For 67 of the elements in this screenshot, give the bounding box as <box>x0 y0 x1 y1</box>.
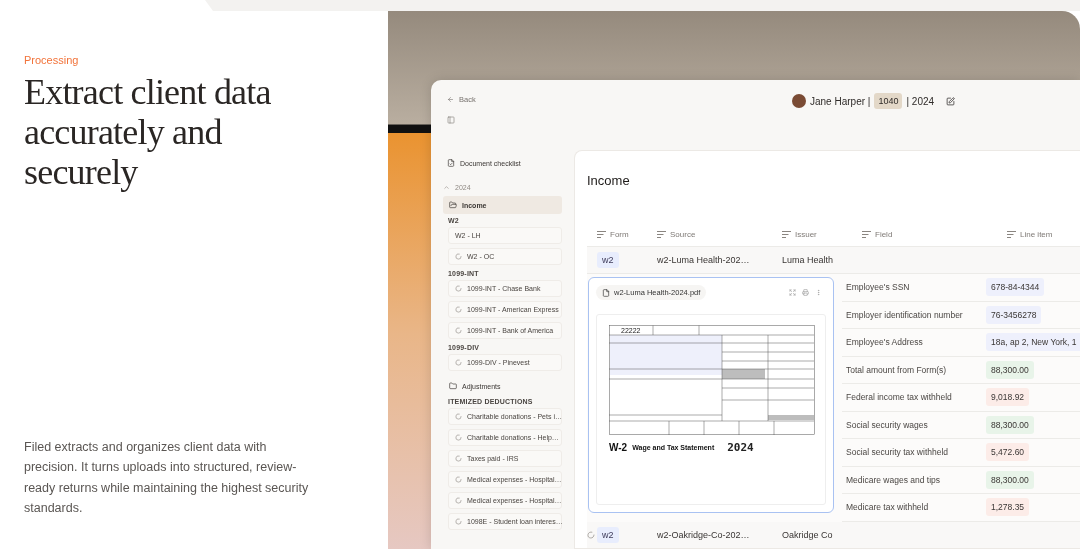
printer-icon[interactable] <box>802 289 809 296</box>
avatar <box>792 94 806 108</box>
column-header[interactable]: Line item <box>1007 229 1080 239</box>
spinner-icon <box>455 359 462 366</box>
field-label: Federal income tax withheld <box>846 392 953 403</box>
source-cell-text: w2-Oakridge-Co-202… <box>657 529 751 540</box>
card-title: Income <box>587 173 631 188</box>
field-label: Medicare wages and tips <box>846 474 942 485</box>
form-badge: 1040 <box>874 93 903 109</box>
spinner-icon <box>455 413 462 420</box>
line-item-value: 18a, ap 2, New York, 1 <box>986 333 1080 352</box>
file-icon <box>602 288 610 297</box>
spinner-icon <box>455 434 462 441</box>
file-icon <box>447 159 455 167</box>
eyebrow-label: Processing <box>24 54 80 66</box>
folder-icon <box>449 201 457 209</box>
spinner-icon <box>455 306 462 313</box>
spinner-icon <box>455 253 462 260</box>
sidebar-toggle-icon[interactable] <box>447 116 455 124</box>
client-name: Jane Harper | <box>810 95 871 107</box>
field-label: Total amount from Form(s) <box>846 364 948 375</box>
sort-icon <box>597 230 606 238</box>
column-header[interactable]: Form <box>597 229 657 239</box>
spinner-icon <box>455 455 462 462</box>
line-item-value: 5,472.60 <box>986 443 1030 462</box>
table-row[interactable]: w2 w2-Oakridge-Co-202… Oakridge Co <box>587 521 1080 548</box>
line-item-value: 9,018.92 <box>986 388 1030 407</box>
sort-icon <box>862 230 871 238</box>
sort-icon <box>1007 230 1016 238</box>
expand-icon[interactable] <box>789 289 796 296</box>
column-header[interactable]: Issuer <box>782 229 862 239</box>
spinner-icon <box>455 497 462 504</box>
table-row[interactable]: w2 w2-Luma Health-202… Luma Health <box>587 247 1080 274</box>
field-label: Employer identification number <box>846 309 964 320</box>
headline: Extract client data accurately and securely <box>24 72 272 192</box>
sort-icon <box>782 230 791 238</box>
edit-icon[interactable] <box>946 96 956 106</box>
line-item-value: 678-84-4344 <box>986 278 1045 297</box>
spinner-icon <box>455 476 462 483</box>
spinner-icon <box>455 327 462 334</box>
line-item-value: 88,300.00 <box>986 470 1034 489</box>
form-year: 2024 <box>727 441 754 454</box>
chevron-up-icon <box>443 183 450 191</box>
form-name: W-2 <box>609 442 628 453</box>
folder-icon <box>449 382 457 390</box>
column-header[interactable]: Source <box>657 229 782 239</box>
form-tag: w2 <box>597 526 619 543</box>
line-item-value: 88,300.00 <box>986 360 1034 379</box>
column-header[interactable]: Field <box>862 229 1007 239</box>
tax-year: | 2024 <box>906 95 935 107</box>
field-label: Social security wages <box>846 419 929 430</box>
sort-icon <box>657 230 666 238</box>
field-label: Medicare tax withheld <box>846 502 930 513</box>
source-cell-text: w2-Luma Health-202… <box>657 255 751 265</box>
form-tag: w2 <box>597 252 619 268</box>
line-item-value: 88,300.00 <box>986 415 1034 434</box>
issuer-cell-text: Oakridge Co <box>782 529 834 540</box>
field-label: Employee's Address <box>846 337 924 348</box>
issuer-cell-text: Luma Health <box>782 255 835 265</box>
line-item-value: 76-3456278 <box>986 305 1042 324</box>
spinner-icon <box>455 285 462 292</box>
line-item-value: 1,278.35 <box>986 498 1030 517</box>
spinner-icon <box>455 518 462 525</box>
field-label: Employee's SSN <box>846 282 911 293</box>
field-label: Social security tax withheld <box>846 447 950 458</box>
description: Filed extracts and organizes client data with precision. It turns uploads into structured, review-ready returns while maintaining the highest security standards. <box>24 438 310 518</box>
arrow-left-icon <box>447 96 454 103</box>
